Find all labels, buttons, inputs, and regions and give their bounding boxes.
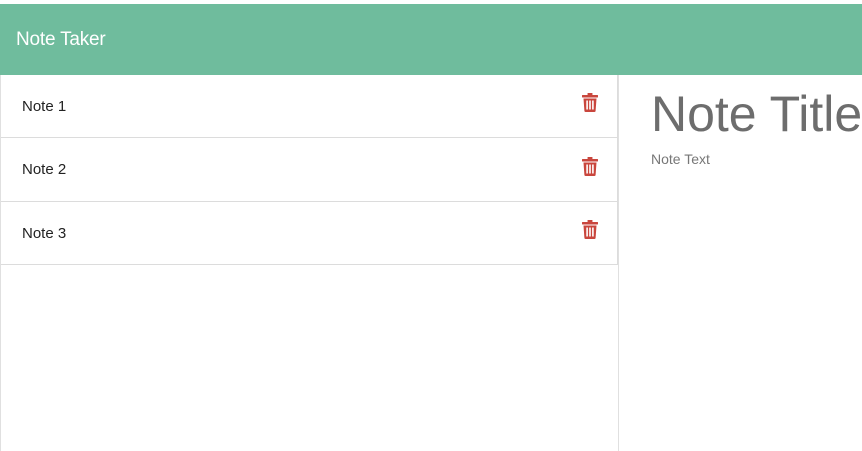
trash-icon[interactable] bbox=[582, 156, 598, 176]
note-list-item-title: Note 1 bbox=[22, 97, 67, 115]
note-editor-pane bbox=[619, 75, 862, 451]
trash-icon[interactable] bbox=[582, 220, 598, 239]
note-text-input[interactable] bbox=[651, 151, 861, 411]
note-list-item-title: Note 3 bbox=[22, 224, 67, 242]
note-list-item[interactable]: Note 3 bbox=[1, 202, 618, 265]
note-list-item[interactable]: Note 2 bbox=[1, 138, 618, 202]
note-list-item[interactable]: Note 1 bbox=[1, 75, 618, 138]
note-list: Note 1 Note 2 Note 3 bbox=[1, 75, 618, 265]
note-list-pane: Note 1 Note 2 Note 3 bbox=[0, 75, 619, 451]
trash-icon[interactable] bbox=[582, 93, 598, 112]
note-title-input[interactable] bbox=[651, 85, 862, 143]
note-list-item-title: Note 2 bbox=[22, 161, 67, 178]
navbar: Note Taker bbox=[0, 4, 862, 75]
navbar-brand[interactable]: Note Taker bbox=[16, 29, 106, 51]
